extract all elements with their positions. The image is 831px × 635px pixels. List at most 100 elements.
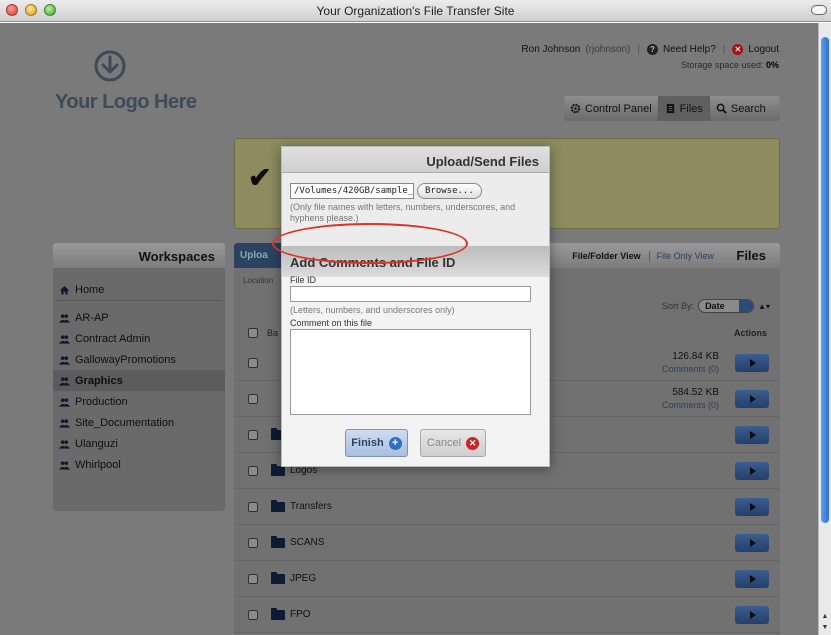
row-action-button[interactable] — [735, 390, 769, 408]
sort-control: Sort By: Date ▲▾ — [662, 299, 770, 313]
people-icon — [59, 439, 70, 449]
filename-hint: (Only file names with letters, numbers, … — [290, 202, 516, 223]
workspace-item[interactable]: Contract Admin — [53, 328, 225, 349]
cancel-button[interactable]: Cancel ✕ — [420, 429, 486, 457]
people-icon — [59, 376, 70, 386]
file-path-field[interactable]: /Volumes/420GB/sample_u — [290, 183, 414, 199]
browse-button[interactable]: Browse... — [417, 183, 482, 199]
workspace-item-active[interactable]: Graphics — [53, 370, 225, 391]
location-breadcrumb: Location — [243, 276, 274, 285]
dialog-buttons: Finish + Cancel ✕ — [345, 429, 486, 457]
row-name[interactable]: FPO — [290, 609, 311, 620]
user-name: Ron Johnson — [521, 44, 581, 55]
row-action-button[interactable] — [735, 570, 769, 588]
row-name[interactable]: Transfers — [290, 501, 332, 512]
row-action-button[interactable] — [735, 354, 769, 372]
nav-search[interactable]: Search — [710, 96, 772, 121]
user-login: (rjohnson) — [585, 44, 631, 55]
workspace-label: GallowayPromotions — [75, 353, 176, 366]
column-name[interactable]: Ba — [267, 328, 278, 338]
sort-label: Sort By: — [662, 301, 695, 311]
workspace-label: Contract Admin — [75, 332, 151, 345]
row-checkbox[interactable] — [248, 394, 258, 404]
nav-control-panel[interactable]: Control Panel — [564, 96, 659, 121]
folder-icon — [271, 572, 285, 584]
row-checkbox[interactable] — [248, 574, 258, 584]
workspace-home[interactable]: Home — [57, 280, 221, 301]
workspace-item[interactable]: AR-AP — [53, 307, 225, 328]
table-row[interactable]: Transfers — [234, 489, 780, 525]
toolbar-toggle-button[interactable] — [811, 5, 827, 15]
row-checkbox[interactable] — [248, 466, 258, 476]
row-name[interactable]: JPEG — [290, 573, 316, 584]
row-checkbox[interactable] — [248, 502, 258, 512]
people-icon — [59, 355, 70, 365]
comments-link[interactable]: Comments (0) — [662, 364, 719, 374]
workspace-item[interactable]: Whirlpool — [53, 454, 225, 475]
row-checkbox[interactable] — [248, 538, 258, 548]
checkmark-icon: ✔ — [248, 162, 272, 193]
view-file-folder-link[interactable]: File/Folder View — [572, 251, 640, 261]
workspaces-title: Workspaces — [53, 243, 225, 268]
nav-files[interactable]: Files — [658, 96, 710, 121]
row-checkbox[interactable] — [248, 430, 258, 440]
storage-status: Storage space used: 0% — [681, 60, 779, 70]
file-id-hint: (Letters, numbers, and underscores only) — [290, 305, 455, 315]
row-action-button[interactable] — [735, 498, 769, 516]
page: Your Logo Here Ron Johnson (rjohnson) | … — [0, 23, 818, 635]
row-checkbox[interactable] — [248, 610, 258, 620]
separator: | — [722, 44, 726, 55]
storage-label: Storage space used: — [680, 60, 764, 70]
upload-dialog: Upload/Send Files /Volumes/420GB/sample_… — [281, 146, 550, 467]
select-arrows-icon — [739, 300, 754, 312]
row-name[interactable]: SCANS — [290, 537, 324, 548]
row-checkbox[interactable] — [248, 358, 258, 368]
workspace-item[interactable]: Site_Documentation — [53, 412, 225, 433]
file-id-label: File ID — [290, 275, 317, 285]
window-titlebar: Your Organization's File Transfer Site — [0, 0, 831, 22]
help-link[interactable]: Need Help? — [663, 44, 716, 55]
download-arrow-icon — [94, 50, 126, 82]
workspace-item[interactable]: Production — [53, 391, 225, 412]
close-icon: ✕ — [466, 436, 480, 450]
files-title: Files — [736, 248, 766, 263]
finish-button[interactable]: Finish + — [345, 429, 408, 457]
workspace-item[interactable]: Ulanguzi — [53, 433, 225, 454]
workspace-label: Graphics — [75, 374, 123, 387]
workspace-item[interactable]: GallowayPromotions — [53, 349, 225, 370]
row-action-button[interactable] — [735, 426, 769, 444]
nav-label: Control Panel — [585, 102, 652, 115]
logout-link[interactable]: Logout — [748, 44, 779, 55]
row-action-button[interactable] — [735, 606, 769, 624]
file-id-input[interactable] — [290, 286, 531, 302]
table-row[interactable]: FPO — [234, 597, 780, 633]
workspace-label: Site_Documentation — [75, 416, 175, 429]
tab-upload[interactable]: Uploa — [234, 243, 284, 268]
finish-label: Finish — [351, 437, 384, 449]
help-icon: ? — [646, 44, 658, 55]
sort-value: Date — [705, 301, 725, 311]
upload-section: /Volumes/420GB/sample_u Browse... (Only … — [282, 173, 549, 247]
comment-textarea[interactable] — [290, 329, 531, 415]
logo-text: Your Logo Here — [55, 91, 197, 113]
storage-value: 0% — [765, 60, 779, 70]
workspace-label: Home — [75, 284, 105, 296]
row-size: 126.84 KB — [672, 351, 719, 362]
table-row[interactable]: SCANS — [234, 525, 780, 561]
row-action-button[interactable] — [735, 462, 769, 480]
workspace-label: Whirlpool — [75, 458, 121, 471]
scroll-arrows-icon[interactable]: ▲ ▼ — [819, 611, 831, 635]
view-file-only-link[interactable]: File Only View — [648, 251, 714, 261]
document-icon — [666, 103, 674, 114]
scrollbar-thumb[interactable] — [821, 37, 829, 523]
workspaces-panel: Workspaces Home AR-AP Contract Admin Gal… — [53, 243, 225, 511]
vertical-scrollbar[interactable]: ▲ ▼ — [818, 23, 831, 635]
table-row[interactable]: JPEG — [234, 561, 780, 597]
folder-icon — [271, 608, 285, 620]
workspace-label: Ulanguzi — [75, 437, 118, 450]
row-action-button[interactable] — [735, 534, 769, 552]
sort-select[interactable]: Date — [698, 299, 755, 313]
select-all-checkbox[interactable] — [248, 328, 258, 338]
comments-link[interactable]: Comments (0) — [662, 400, 719, 410]
sort-direction-icon[interactable]: ▲▾ — [758, 302, 770, 311]
